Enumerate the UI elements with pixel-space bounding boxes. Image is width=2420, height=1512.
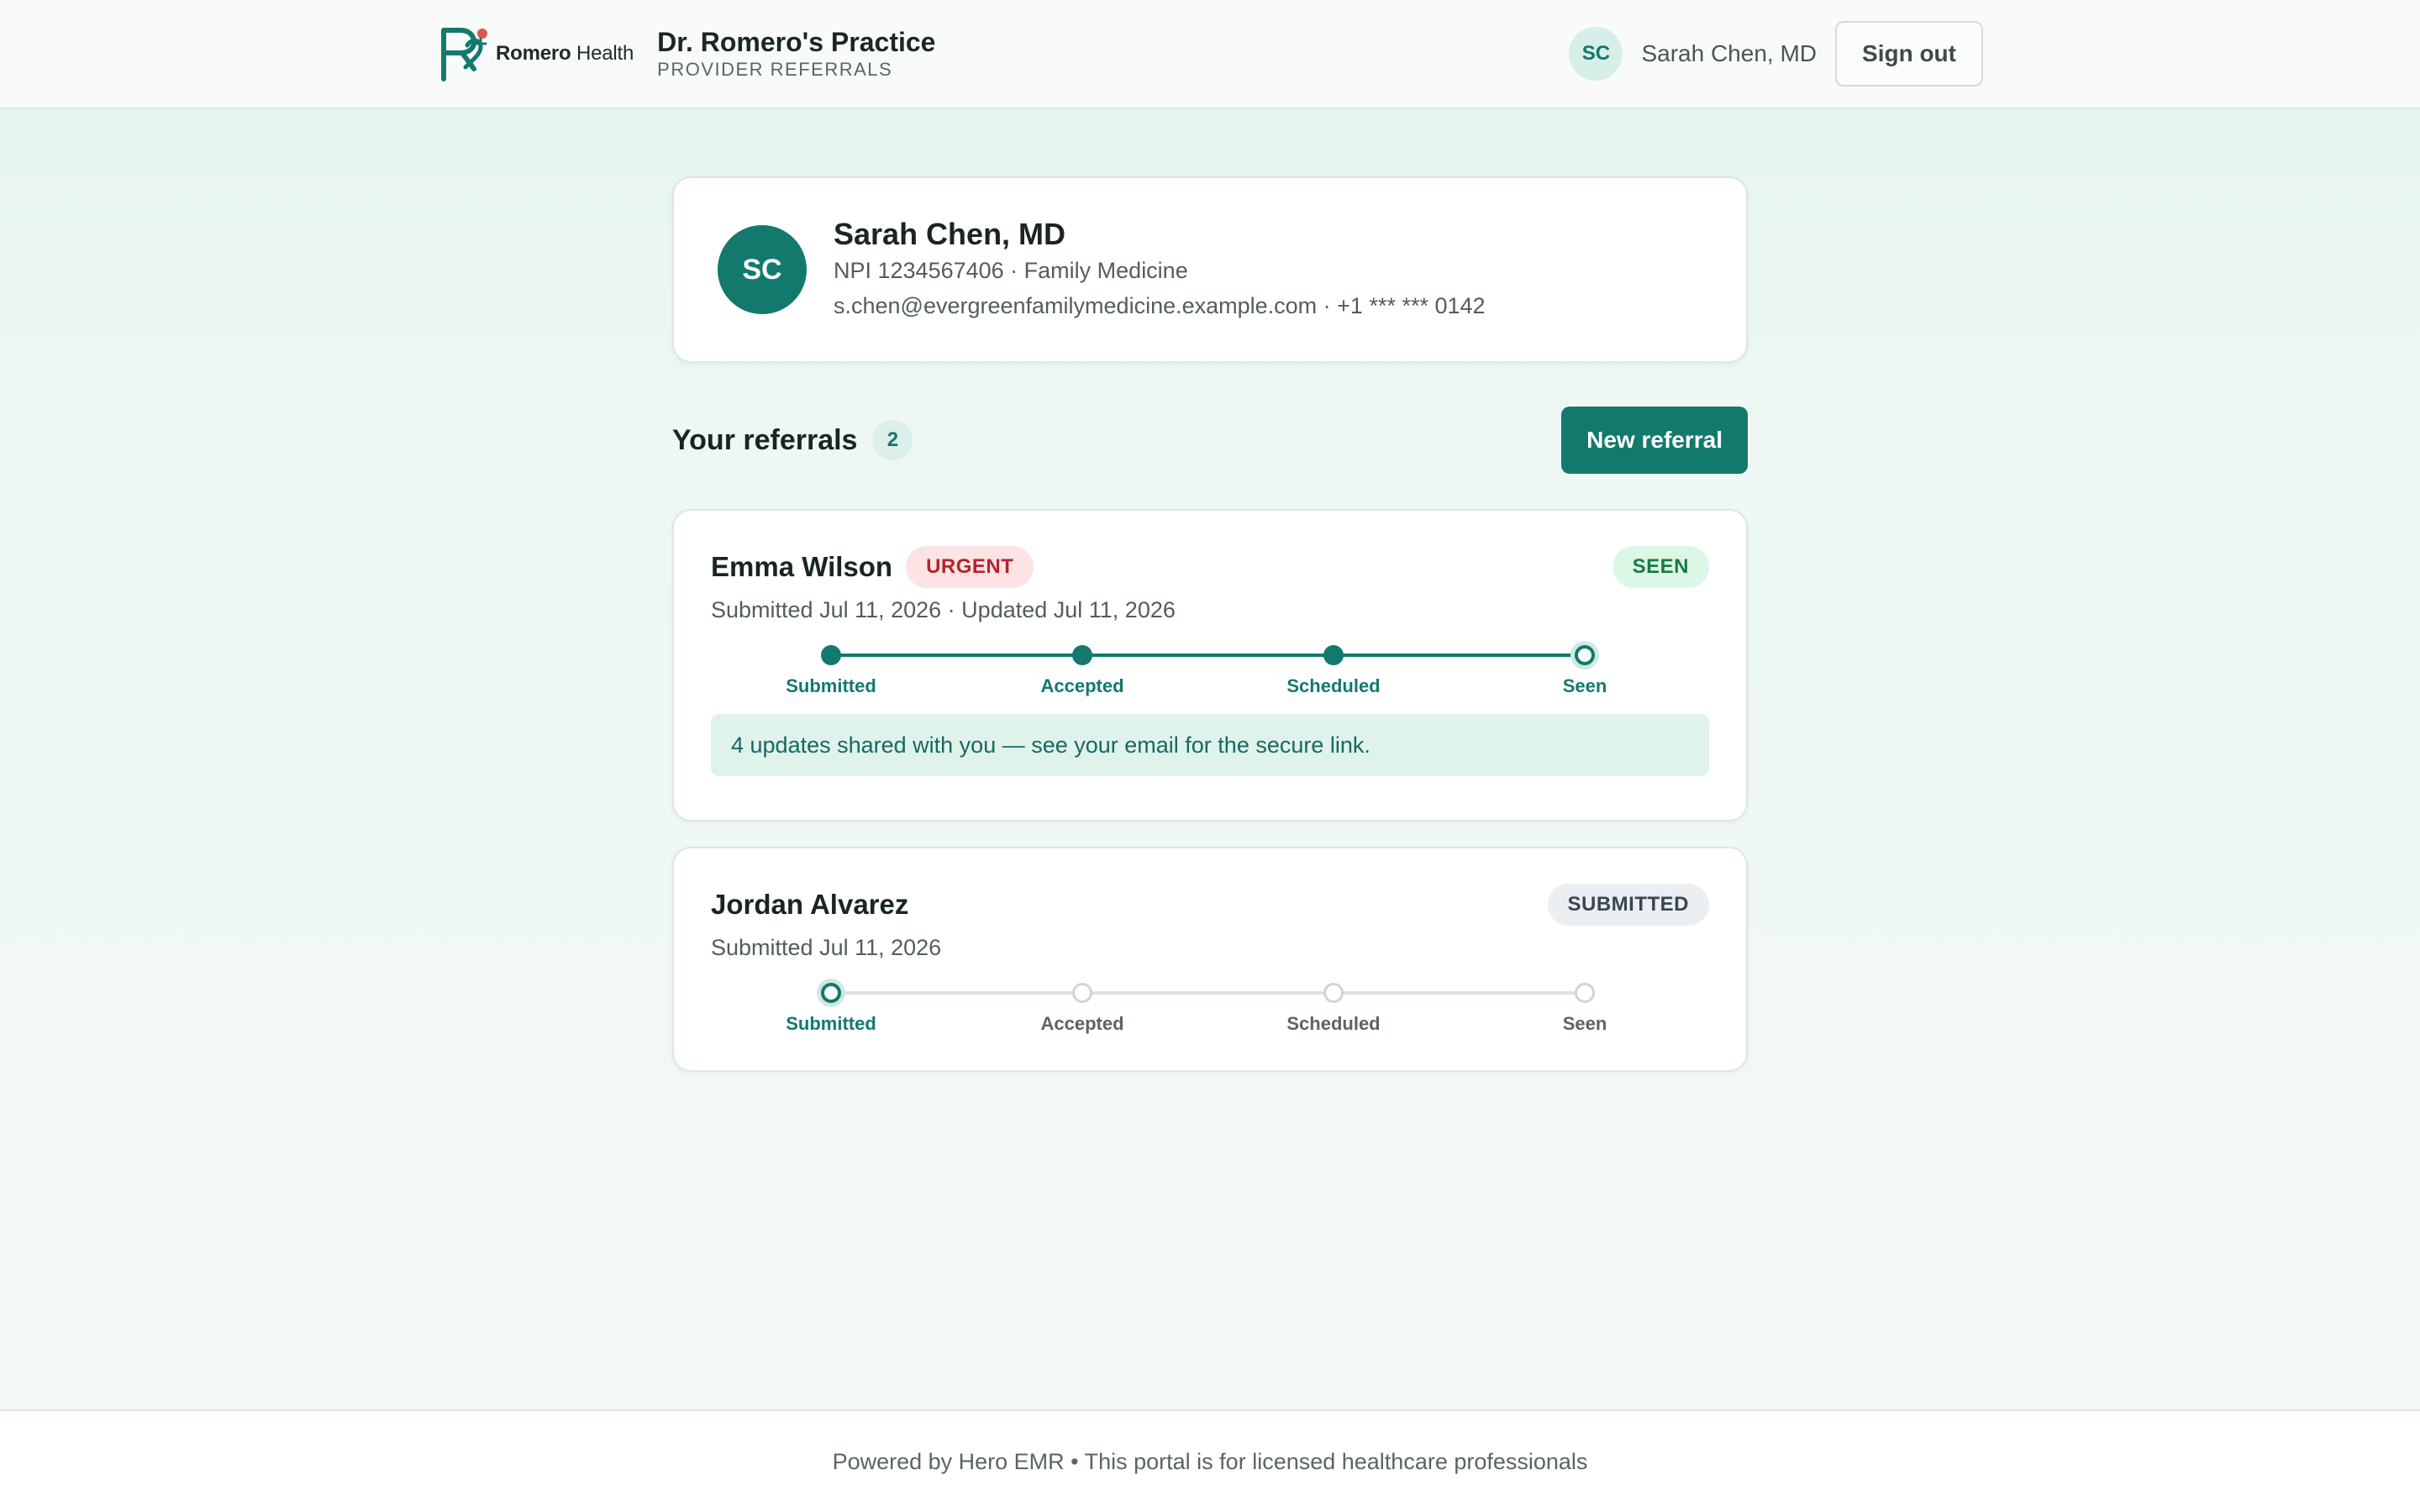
- romero-health-logo[interactable]: Romero Health: [437, 25, 634, 82]
- step-label-accepted: Accepted: [1040, 675, 1124, 696]
- practice-name: Dr. Romero's Practice: [657, 27, 936, 57]
- provider-details: Sarah Chen, MD NPI 1234567406 · Family M…: [834, 216, 1486, 323]
- footer: Powered by Hero EMR • This portal is for…: [0, 1410, 2420, 1512]
- referral-header: Jordan Alvarez SUBMITTED: [711, 884, 1709, 926]
- logo-text: Romero Health: [496, 42, 634, 65]
- patient-name: Emma Wilson: [711, 551, 893, 582]
- step-dot-accepted: [1072, 983, 1092, 1003]
- referrals-title: Your referrals: [672, 423, 858, 456]
- step-dot-submitted: [821, 983, 841, 1003]
- provider-contact: s.chen@evergreenfamilymedicine.example.c…: [834, 293, 1486, 318]
- provider-avatar: SC: [718, 225, 807, 314]
- status-badge: SEEN: [1612, 546, 1709, 588]
- referral-dates: Submitted Jul 11, 2026 · Updated Jul 11,…: [711, 597, 1176, 622]
- top-bar-inner: Romero Health Dr. Romero's Practice PROV…: [437, 0, 1983, 108]
- user-area: SC Sarah Chen, MD Sign out: [1569, 21, 1983, 87]
- step-dot-seen: [1575, 645, 1595, 665]
- referral-count-badge: 2: [872, 420, 913, 460]
- main-content: SC Sarah Chen, MD NPI 1234567406 · Famil…: [672, 176, 1748, 1072]
- referral-title-group: Emma Wilson URGENT: [711, 546, 1034, 588]
- step-dot-scheduled: [1323, 983, 1344, 1003]
- tracker-segment: [1082, 991, 1334, 995]
- step-dot-submitted: [821, 645, 841, 665]
- referral-title-group: Jordan Alvarez: [711, 889, 922, 921]
- referral-header: Emma Wilson URGENT SEEN: [711, 546, 1709, 588]
- step-dot-seen: [1575, 983, 1595, 1003]
- logo-mark-icon: [441, 28, 487, 81]
- referrals-header: Your referrals 2 New referral: [672, 407, 1748, 474]
- user-name: Sarah Chen, MD: [1641, 40, 1818, 66]
- step-dot-scheduled: [1323, 645, 1344, 665]
- user-avatar[interactable]: SC: [1569, 27, 1623, 81]
- sign-out-button[interactable]: Sign out: [1835, 21, 1983, 87]
- step-label-seen: Seen: [1562, 675, 1607, 696]
- tracker-segment: [1334, 991, 1585, 995]
- patient-name: Jordan Alvarez: [711, 889, 909, 920]
- tracker-segment: [1082, 654, 1334, 657]
- urgent-badge: URGENT: [906, 546, 1034, 588]
- step-label-scheduled: Scheduled: [1286, 1013, 1381, 1034]
- tracker-segment: [831, 991, 1082, 995]
- step-label-seen: Seen: [1562, 1013, 1607, 1034]
- updates-notice: 4 updates shared with you — see your ema…: [711, 714, 1709, 776]
- provider-card: SC Sarah Chen, MD NPI 1234567406 · Famil…: [672, 176, 1748, 363]
- progress-tracker: Submitted Accepted Scheduled Seen: [711, 974, 1709, 1042]
- new-referral-button[interactable]: New referral: [1561, 407, 1748, 474]
- step-label-submitted: Submitted: [786, 1013, 876, 1034]
- brand: Romero Health Dr. Romero's Practice PROV…: [437, 25, 935, 82]
- progress-tracker: Submitted Accepted Scheduled Seen: [711, 637, 1709, 704]
- referral-dates: Submitted Jul 11, 2026: [711, 935, 942, 960]
- footer-text: Powered by Hero EMR • This portal is for…: [832, 1448, 1588, 1474]
- practice-subtitle: PROVIDER REFERRALS: [657, 59, 893, 80]
- tracker-segment: [831, 654, 1082, 657]
- referrals-title-group: Your referrals 2: [672, 420, 913, 460]
- practice-block: Dr. Romero's Practice PROVIDER REFERRALS: [657, 26, 935, 81]
- step-label-scheduled: Scheduled: [1286, 675, 1381, 696]
- top-bar: Romero Health Dr. Romero's Practice PROV…: [0, 0, 2420, 109]
- step-label-submitted: Submitted: [786, 675, 876, 696]
- tracker-segment: [1334, 654, 1585, 657]
- provider-name: Sarah Chen, MD: [834, 217, 1066, 251]
- step-dot-accepted: [1072, 645, 1092, 665]
- provider-npi: NPI 1234567406 · Family Medicine: [834, 258, 1188, 283]
- referral-card[interactable]: Jordan Alvarez SUBMITTED Submitted Jul 1…: [672, 847, 1748, 1072]
- step-label-accepted: Accepted: [1040, 1013, 1124, 1034]
- referral-card[interactable]: Emma Wilson URGENT SEEN Submitted Jul 11…: [672, 509, 1748, 822]
- status-badge: SUBMITTED: [1547, 884, 1709, 926]
